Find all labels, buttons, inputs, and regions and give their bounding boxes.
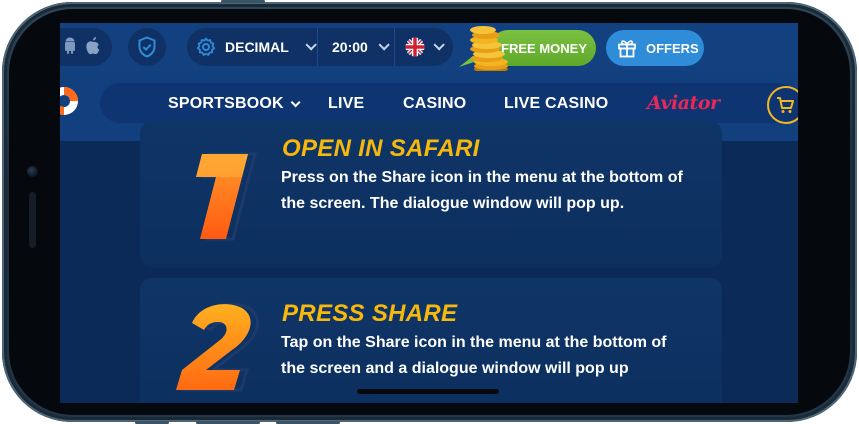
top-bar: DECIMAL 20:00 FREE MONEY OFFERS xyxy=(60,23,798,73)
screen: DECIMAL 20:00 FREE MONEY OFFERS SPORTSBO… xyxy=(60,23,798,403)
odds-format-label: DECIMAL xyxy=(225,39,289,55)
nav-item-label: LIVE xyxy=(328,95,365,112)
apple-icon[interactable] xyxy=(85,36,101,58)
step-title: OPEN IN SAFARI xyxy=(282,135,480,162)
step-description-line: the screen. The dialogue window will pop… xyxy=(281,195,625,212)
nav-item-live[interactable]: LIVE xyxy=(328,95,364,113)
nav-item-live-casino[interactable]: LIVE CASINO xyxy=(504,95,608,113)
cart-icon xyxy=(777,97,794,113)
step-description: Press on the Share icon in the menu at t… xyxy=(281,165,711,217)
coins-icon xyxy=(459,26,508,73)
step-description: Tap on the Share icon in the menu at the… xyxy=(281,330,711,382)
install-steps: OPEN IN SAFARI Press on the Share icon i… xyxy=(60,121,798,403)
step-card: PRESS SHARE Tap on the Share icon in the… xyxy=(140,278,722,403)
step-number-2 xyxy=(176,302,260,392)
nav-item-casino[interactable]: CASINO xyxy=(403,95,466,113)
settings-pill: DECIMAL 20:00 xyxy=(187,28,453,66)
cart-button[interactable] xyxy=(767,86,798,124)
odds-format-select[interactable]: DECIMAL xyxy=(187,28,317,66)
security-button[interactable] xyxy=(128,28,166,66)
speaker-grille xyxy=(29,192,36,248)
uk-flag-icon xyxy=(405,37,425,57)
home-indicator[interactable] xyxy=(357,389,499,394)
volume-up-button xyxy=(221,0,265,3)
nav-item-aviator[interactable]: Aviator xyxy=(647,92,720,114)
nav-item-label: CASINO xyxy=(403,95,467,112)
gear-icon xyxy=(196,37,216,56)
nav-item-label: LIVE CASINO xyxy=(504,95,609,112)
step-number-1 xyxy=(196,152,257,241)
language-select[interactable] xyxy=(394,28,453,66)
step-description-line: Press on the Share icon in the menu at t… xyxy=(281,169,683,186)
apps-pill xyxy=(60,28,112,66)
step-description-line: Tap on the Share icon in the menu at the… xyxy=(281,334,667,351)
android-icon[interactable] xyxy=(64,37,76,58)
chevron-down-icon xyxy=(378,39,390,51)
nav-item-sportsbook[interactable]: SPORTSBOOK xyxy=(168,95,301,113)
step-card: OPEN IN SAFARI Press on the Share icon i… xyxy=(140,121,722,268)
nav-item-label: SPORTSBOOK xyxy=(168,95,284,112)
step-description-line: the screen and a dialogue window will po… xyxy=(281,360,629,377)
time-select[interactable]: 20:00 xyxy=(317,28,394,66)
offers-label: OFFERS xyxy=(646,40,699,56)
lifebuoy-icon[interactable] xyxy=(60,85,80,117)
chevron-down-icon xyxy=(433,39,445,51)
shield-icon xyxy=(138,36,156,58)
chevron-down-icon xyxy=(305,39,317,51)
camera-icon xyxy=(27,166,38,177)
offers-button[interactable]: OFFERS xyxy=(606,30,704,66)
step-title: PRESS SHARE xyxy=(282,300,458,327)
time-label: 20:00 xyxy=(332,39,368,55)
gift-icon xyxy=(618,40,636,58)
